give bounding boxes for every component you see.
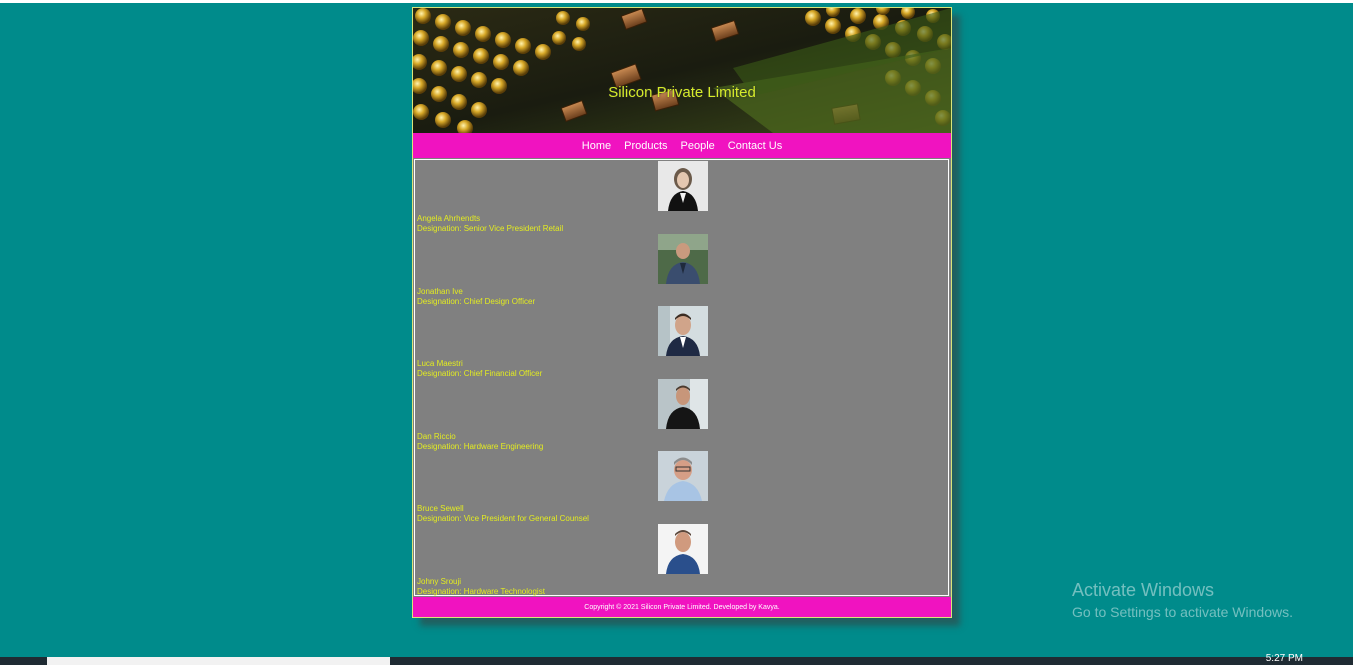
nav-home[interactable]: Home xyxy=(582,140,611,152)
site-container: Silicon Private Limited Home Products Pe… xyxy=(412,7,952,618)
main-nav: Home Products People Contact Us xyxy=(413,133,951,158)
site-footer: Copyright © 2021 Silicon Private Limited… xyxy=(413,597,951,617)
taskbar-search-box[interactable] xyxy=(47,657,390,665)
person-info: Luca Maestri Designation: Chief Financia… xyxy=(417,359,542,379)
person-info: Bruce Sewell Designation: Vice President… xyxy=(417,504,589,524)
nav-people[interactable]: People xyxy=(681,140,715,152)
person-photo xyxy=(658,161,708,211)
windows-activation-watermark: Activate Windows Go to Settings to activ… xyxy=(1072,580,1293,620)
person-name: Angela Ahrhendts xyxy=(417,214,481,223)
person-photo xyxy=(658,306,708,356)
person-info: Dan Riccio Designation: Hardware Enginee… xyxy=(417,432,543,452)
person-name: Johny Srouji xyxy=(417,577,462,586)
person-card: Angela Ahrhendts Designation: Senior Vic… xyxy=(415,161,948,234)
person-photo xyxy=(658,451,708,501)
watermark-subtitle: Go to Settings to activate Windows. xyxy=(1072,604,1293,620)
person-info: Angela Ahrhendts Designation: Senior Vic… xyxy=(417,214,563,234)
person-info: Jonathan Ive Designation: Chief Design O… xyxy=(417,287,535,307)
person-designation: Designation: Vice President for General … xyxy=(417,514,589,523)
person-designation: Designation: Senior Vice President Retai… xyxy=(417,224,564,233)
person-card: Luca Maestri Designation: Chief Financia… xyxy=(415,306,948,379)
circuit-board-image xyxy=(413,8,951,133)
footer-copyright: Copyright © 2021 Silicon Private Limited… xyxy=(584,603,780,611)
person-photo xyxy=(658,524,708,574)
person-photo xyxy=(658,379,708,429)
person-name: Dan Riccio xyxy=(417,432,456,441)
person-designation: Designation: Hardware Technologist xyxy=(417,587,545,596)
person-info: Johny Srouji Designation: Hardware Techn… xyxy=(417,577,545,597)
taskbar: 5:27 PM xyxy=(0,653,1353,665)
person-designation: Designation: Chief Financial Officer xyxy=(417,369,543,378)
person-card: Dan Riccio Designation: Hardware Enginee… xyxy=(415,379,948,452)
header-banner: Silicon Private Limited xyxy=(413,8,951,133)
site-title: Silicon Private Limited xyxy=(608,84,756,101)
person-photo xyxy=(658,234,708,284)
browser-top-strip xyxy=(0,0,1353,3)
person-card: Johny Srouji Designation: Hardware Techn… xyxy=(415,524,948,597)
person-name: Bruce Sewell xyxy=(417,504,464,513)
person-name: Jonathan Ive xyxy=(417,287,463,296)
person-card: Jonathan Ive Designation: Chief Design O… xyxy=(415,234,948,307)
person-name: Luca Maestri xyxy=(417,359,463,368)
nav-contact-us[interactable]: Contact Us xyxy=(728,140,782,152)
nav-products[interactable]: Products xyxy=(624,140,667,152)
taskbar-clock[interactable]: 5:27 PM xyxy=(1266,653,1303,664)
person-card: Bruce Sewell Designation: Vice President… xyxy=(415,451,948,524)
people-list: Angela Ahrhendts Designation: Senior Vic… xyxy=(414,159,949,596)
watermark-title: Activate Windows xyxy=(1072,580,1215,600)
